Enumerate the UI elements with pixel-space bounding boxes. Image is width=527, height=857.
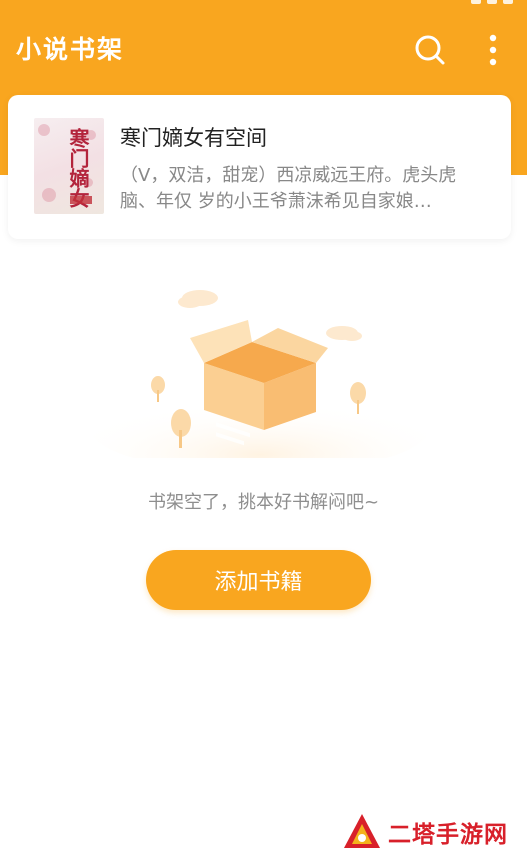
status-bar xyxy=(471,0,513,6)
wifi-icon xyxy=(487,0,497,4)
watermark-logo-icon xyxy=(344,814,380,848)
more-vertical-icon xyxy=(489,34,497,66)
add-book-button[interactable]: 添加书籍 xyxy=(146,550,371,610)
book-cover[interactable]: 寒门嫡女 xyxy=(34,118,104,214)
empty-shelf-illustration xyxy=(80,278,440,473)
cover-seal xyxy=(70,196,92,204)
battery-icon xyxy=(503,0,513,4)
page-title: 小说书架 xyxy=(16,35,125,64)
book-description: （V，双洁，甜宠）西凉威远王府。虎头虎脑、年仅 岁的小王爷萧沫希见自家娘… xyxy=(120,165,457,212)
search-button[interactable] xyxy=(410,30,450,70)
more-menu-button[interactable] xyxy=(480,30,506,70)
search-icon xyxy=(415,35,445,65)
watermark: 二塔手游网 xyxy=(342,812,508,852)
signal-icon xyxy=(471,0,481,4)
watermark-text: 二塔手游网 xyxy=(388,822,508,848)
book-title[interactable]: 寒门嫡女有空间 xyxy=(120,122,267,152)
empty-state-message: 书架空了，挑本好书解闷吧~ xyxy=(147,492,380,513)
